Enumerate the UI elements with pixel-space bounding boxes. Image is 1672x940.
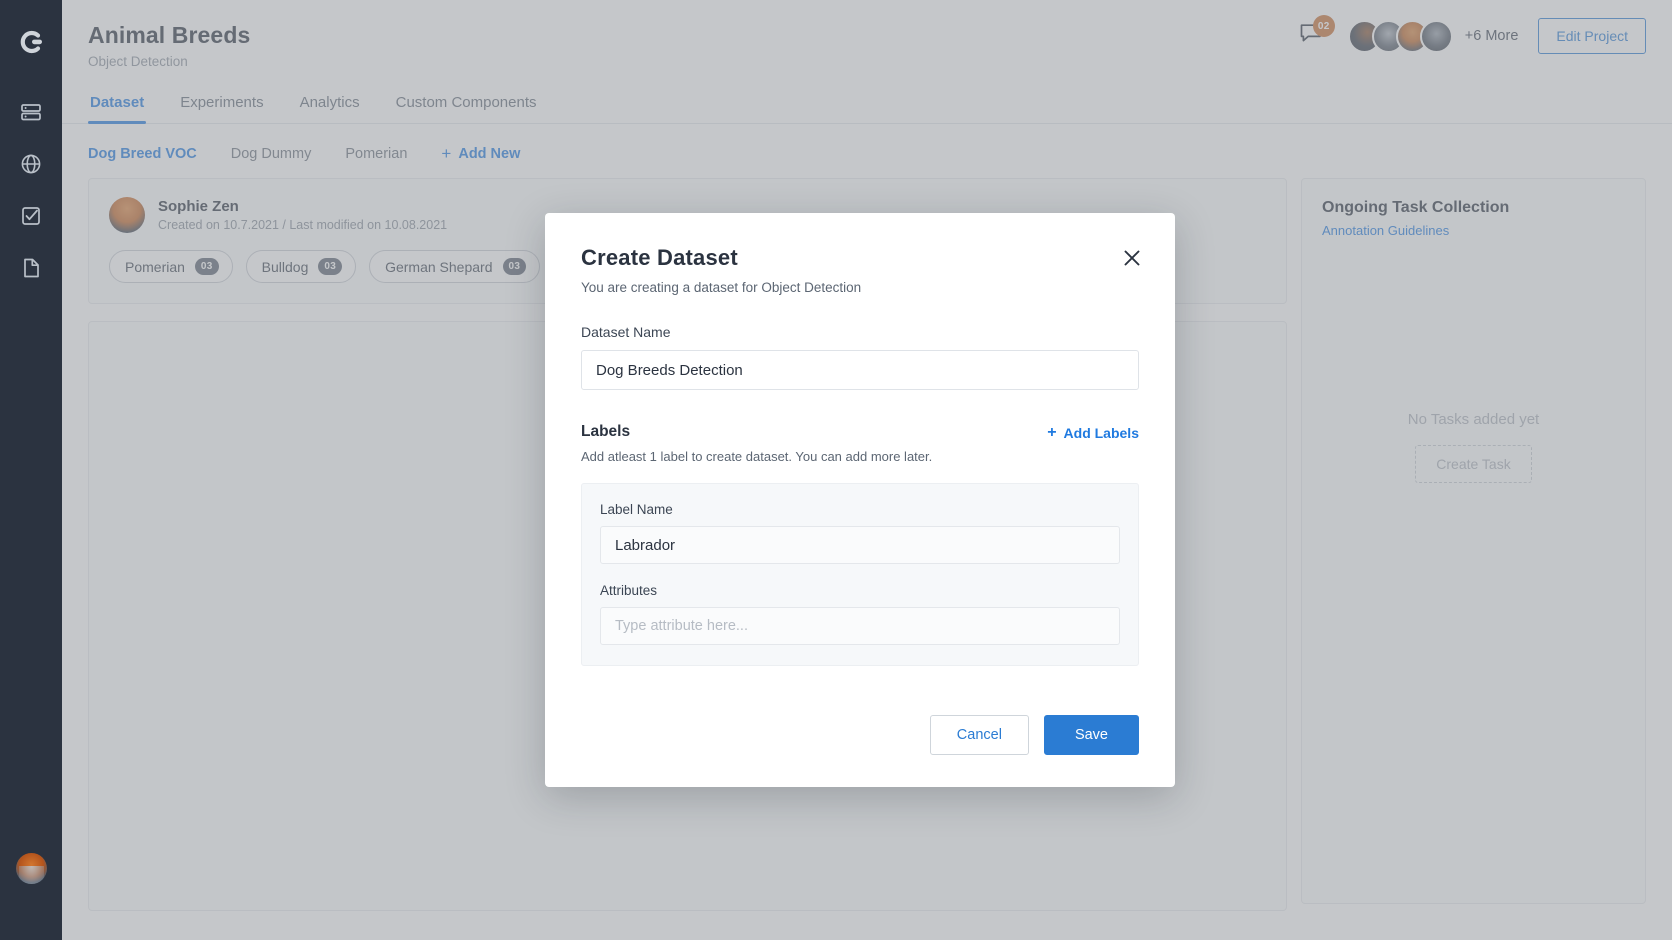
close-modal-button[interactable] bbox=[1119, 247, 1145, 273]
user-avatar[interactable] bbox=[16, 853, 47, 884]
label-name-label: Label Name bbox=[600, 502, 1120, 517]
create-dataset-modal: Create Dataset You are creating a datase… bbox=[545, 213, 1175, 787]
left-navigation-rail bbox=[0, 0, 62, 940]
attributes-input[interactable] bbox=[600, 607, 1120, 645]
dataset-name-input[interactable] bbox=[581, 350, 1139, 390]
add-labels-button[interactable]: + Add Labels bbox=[1047, 425, 1139, 441]
sidebar-item-tasks[interactable] bbox=[9, 192, 53, 240]
globe-icon bbox=[19, 152, 43, 176]
label-name-input[interactable] bbox=[600, 526, 1120, 564]
modal-title: Create Dataset bbox=[581, 245, 1139, 271]
app-root: Animal Breeds Object Detection 02 bbox=[0, 0, 1672, 940]
label-entry-card: Label Name Attributes bbox=[581, 483, 1139, 666]
labels-hint: Add atleast 1 label to create dataset. Y… bbox=[581, 449, 932, 464]
plus-icon: + bbox=[1047, 425, 1056, 441]
labels-section-header: Labels Add atleast 1 label to create dat… bbox=[581, 423, 1139, 464]
modal-subtitle: You are creating a dataset for Object De… bbox=[581, 280, 1139, 295]
sidebar-item-datasets[interactable] bbox=[9, 88, 53, 136]
add-labels-label: Add Labels bbox=[1064, 425, 1139, 441]
checkbox-task-icon bbox=[19, 204, 43, 228]
close-icon bbox=[1123, 249, 1141, 272]
sidebar-item-documents[interactable] bbox=[9, 244, 53, 292]
cancel-button[interactable]: Cancel bbox=[930, 715, 1029, 755]
modal-actions: Cancel Save bbox=[930, 715, 1139, 755]
logo-c-icon bbox=[17, 28, 45, 56]
app-logo[interactable] bbox=[9, 18, 53, 66]
database-icon bbox=[19, 100, 43, 124]
document-icon bbox=[19, 256, 43, 280]
save-button[interactable]: Save bbox=[1044, 715, 1139, 755]
dataset-name-label: Dataset Name bbox=[581, 324, 1139, 340]
attributes-label: Attributes bbox=[600, 583, 1120, 598]
labels-title: Labels bbox=[581, 423, 932, 441]
sidebar-item-explore[interactable] bbox=[9, 140, 53, 188]
